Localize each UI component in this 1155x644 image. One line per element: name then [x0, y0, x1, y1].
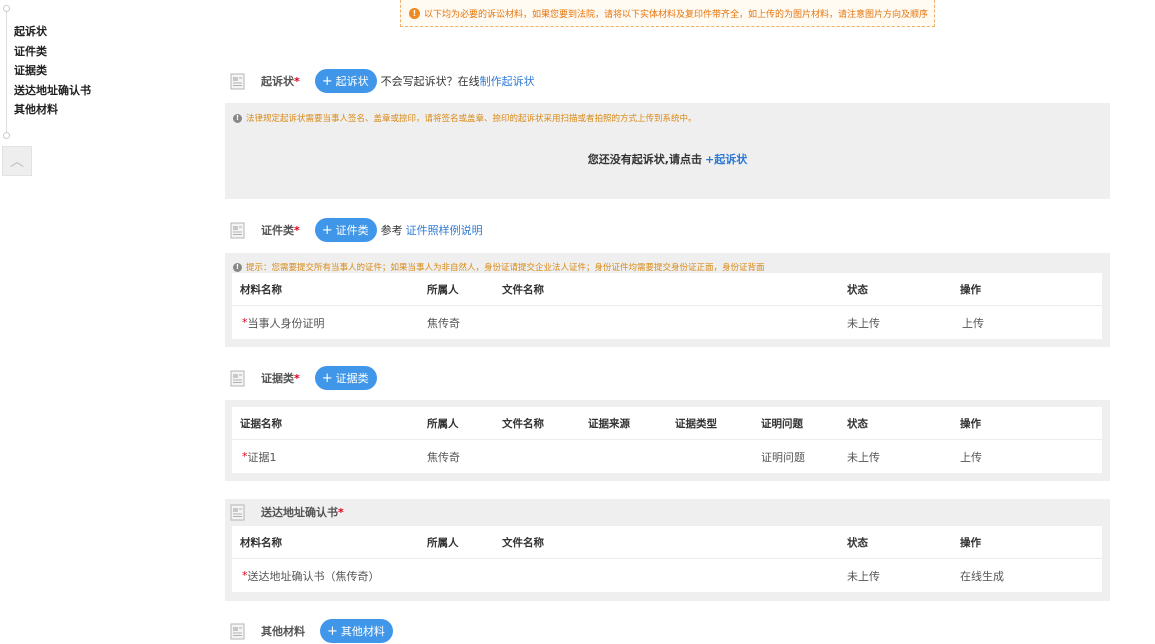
- nav-rail-dot: [3, 132, 10, 139]
- table-header: 证据名称 所属人 文件名称 证据来源 证据类型 证明问题 状态 操作: [232, 407, 1102, 440]
- evidence-table: 证据名称 所属人 文件名称 证据来源 证据类型 证明问题 状态 操作 * 证据1 …: [232, 407, 1102, 473]
- document-icon: [230, 73, 245, 89]
- status-text: 未上传: [847, 316, 880, 330]
- owner-name: 焦传奇: [427, 316, 460, 330]
- add-evidence-button[interactable]: + 证据类: [314, 366, 377, 390]
- evidence-name: * 证据1: [242, 450, 277, 464]
- nav-item-id-docs[interactable]: 证件类: [14, 43, 91, 63]
- complaint-tip: ! 法律规定起诉状需要当事人签名、盖章或捺印，请将签名或盖章、捺印的起诉状采用扫…: [233, 112, 697, 124]
- upload-link[interactable]: 上传: [962, 306, 984, 339]
- column-header: 操作: [960, 536, 981, 549]
- column-header: 所属人: [427, 283, 459, 296]
- id-photo-example-link[interactable]: 证件照样例说明: [406, 222, 483, 238]
- document-icon: [230, 222, 245, 238]
- section-title: 送达地址确认书*: [261, 506, 344, 519]
- make-complaint-link[interactable]: 制作起诉状: [480, 73, 535, 89]
- nav-rail-dot: [3, 5, 10, 12]
- document-icon: [230, 370, 245, 386]
- column-header: 所属人: [427, 536, 459, 549]
- table-header: 材料名称 所属人 文件名称 状态 操作: [232, 273, 1102, 306]
- column-header: 材料名称: [240, 283, 282, 296]
- complaint-panel: ! 法律规定起诉状需要当事人签名、盖章或捺印，请将签名或盖章、捺印的起诉状采用扫…: [225, 103, 1110, 199]
- column-header: 文件名称: [502, 283, 544, 296]
- column-header: 所属人: [427, 417, 459, 430]
- plus-icon: +: [327, 623, 338, 639]
- table-row: * 证据1 焦传奇 证明问题 未上传 上传: [232, 440, 1102, 473]
- id-docs-tip: ! 提示：您需要提交所有当事人的证件；如果当事人为非自然人，身份证请提交企业法人…: [233, 261, 765, 273]
- side-nav: 起诉状 证件类 证据类 送达地址确认书 其他材料: [14, 23, 91, 121]
- id-docs-help-text: 参考: [380, 224, 403, 237]
- id-docs-panel: ! 提示：您需要提交所有当事人的证件；如果当事人为非自然人，身份证请提交企业法人…: [225, 253, 1110, 347]
- document-icon: [230, 623, 245, 639]
- add-id-doc-button[interactable]: + 证件类: [314, 218, 377, 242]
- table-row: * 当事人身份证明 焦传奇 未上传 上传: [232, 306, 1102, 339]
- column-header: 文件名称: [502, 536, 544, 549]
- chevron-up-icon: ︿: [10, 154, 24, 170]
- section-title: 起诉状*: [261, 75, 300, 88]
- column-header: 证据类型: [675, 417, 717, 430]
- add-complaint-button[interactable]: + 起诉状: [314, 69, 377, 93]
- proof-issue: 证明问题: [761, 450, 805, 464]
- column-header: 文件名称: [502, 417, 544, 430]
- evidence-panel: 证据名称 所属人 文件名称 证据来源 证据类型 证明问题 状态 操作 * 证据1 …: [225, 400, 1110, 481]
- warning-icon: !: [409, 7, 420, 19]
- section-header-evidence: 证据类* + 证据类: [230, 365, 377, 391]
- column-header: 操作: [960, 283, 981, 296]
- status-text: 未上传: [847, 569, 880, 583]
- section-header-address: 送达地址确认书*: [230, 499, 344, 525]
- back-to-top-button[interactable]: ︿: [2, 146, 32, 176]
- plus-icon: +: [321, 370, 333, 386]
- nav-item-other[interactable]: 其他材料: [14, 101, 91, 121]
- column-header: 证明问题: [761, 417, 803, 430]
- material-name: * 送达地址确认书（焦传奇）: [242, 569, 380, 583]
- plus-icon: +: [321, 222, 333, 238]
- nav-item-complaint[interactable]: 起诉状: [14, 23, 91, 43]
- section-header-other: 其他材料 + 其他材料: [230, 618, 393, 644]
- address-panel: 送达地址确认书* 材料名称 所属人 文件名称 状态 操作 * 送达地址确认书（焦传…: [225, 499, 1110, 601]
- section-header-id-docs: 证件类* + 证件类 参考 证件照样例说明: [230, 217, 483, 243]
- nav-item-evidence[interactable]: 证据类: [14, 62, 91, 82]
- document-icon: [230, 504, 245, 520]
- top-notice-text: 以下均为必要的诉讼材料，如果您要到法院，请将以下实体材料及复印件带齐全，如上传的…: [424, 9, 929, 20]
- material-name: * 当事人身份证明: [242, 316, 325, 330]
- owner-name: 焦传奇: [427, 450, 460, 464]
- info-icon: !: [233, 262, 242, 272]
- column-header: 状态: [847, 417, 868, 430]
- column-header: 状态: [847, 283, 868, 296]
- top-notice: ! 以下均为必要的诉讼材料，如果您要到法院，请将以下实体材料及复印件带齐全，如上…: [400, 0, 935, 27]
- section-title: 证件类*: [261, 224, 300, 237]
- complaint-help-text: 不会写起诉状？在线: [380, 75, 480, 88]
- plus-icon: +: [321, 73, 333, 89]
- info-icon: !: [233, 113, 242, 123]
- nav-rail: [6, 6, 7, 136]
- column-header: 操作: [960, 417, 981, 430]
- table-header: 材料名称 所属人 文件名称 状态 操作: [232, 526, 1102, 559]
- id-docs-table: 材料名称 所属人 文件名称 状态 操作 * 当事人身份证明 焦传奇 未上传 上传: [232, 273, 1102, 339]
- column-header: 状态: [847, 536, 868, 549]
- status-text: 未上传: [847, 450, 880, 464]
- column-header: 证据来源: [588, 417, 630, 430]
- generate-online-link[interactable]: 在线生成: [960, 559, 1004, 592]
- column-header: 材料名称: [240, 536, 282, 549]
- upload-link[interactable]: 上传: [960, 440, 982, 473]
- column-header: 证据名称: [240, 417, 282, 430]
- section-header-complaint: 起诉状* + 起诉状 不会写起诉状？在线 制作起诉状: [230, 68, 535, 94]
- section-title: 其他材料: [261, 625, 305, 638]
- table-row: * 送达地址确认书（焦传奇） 未上传 在线生成: [232, 559, 1102, 592]
- address-table: 材料名称 所属人 文件名称 状态 操作 * 送达地址确认书（焦传奇） 未上传 在线…: [232, 526, 1102, 592]
- add-complaint-link[interactable]: +起诉状: [705, 153, 747, 166]
- section-title: 证据类*: [261, 372, 300, 385]
- nav-item-address[interactable]: 送达地址确认书: [14, 82, 91, 102]
- add-other-material-button[interactable]: + 其他材料: [320, 619, 393, 643]
- complaint-empty-message: 您还没有起诉状,请点击 +起诉状: [587, 153, 748, 166]
